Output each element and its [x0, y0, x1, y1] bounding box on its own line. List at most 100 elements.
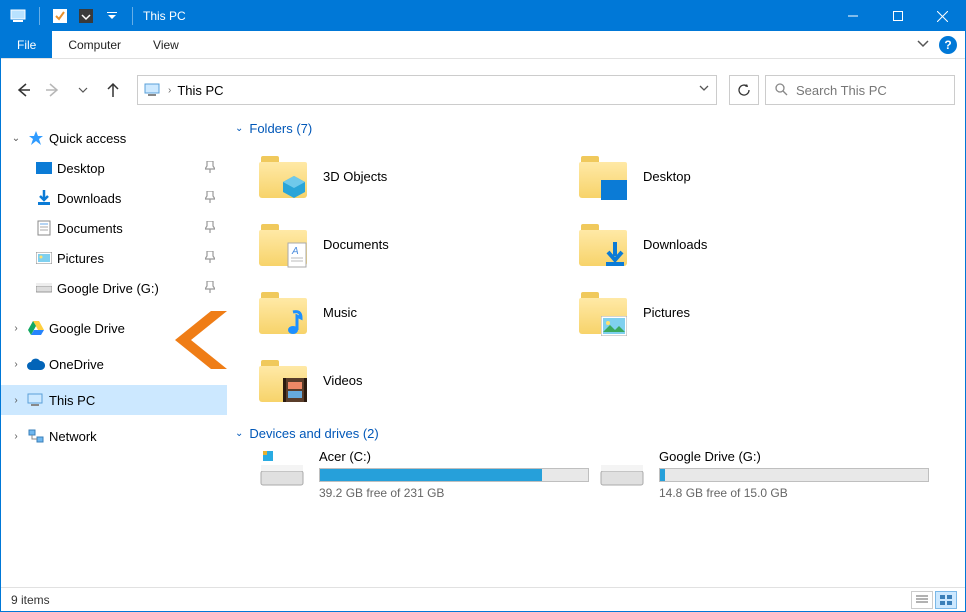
- drive-icon: [259, 449, 305, 489]
- tree-label: Google Drive: [49, 321, 125, 336]
- refresh-button[interactable]: [729, 75, 759, 105]
- tree-this-pc[interactable]: › This PC: [1, 385, 227, 415]
- breadcrumb[interactable]: This PC: [177, 83, 223, 98]
- svg-text:A: A: [291, 246, 299, 257]
- google-drive-icon: [27, 319, 45, 337]
- ribbon-collapse-icon[interactable]: [917, 36, 929, 54]
- content-pane: ⌄ Folders (7) 3D Objects Desktop A: [227, 111, 965, 589]
- pictures-icon: [35, 249, 53, 267]
- group-drives[interactable]: ⌄ Devices and drives (2): [235, 426, 957, 441]
- tree-label: This PC: [49, 393, 95, 408]
- folder-icon: [579, 152, 627, 200]
- desktop-icon: [35, 159, 53, 177]
- group-folders[interactable]: ⌄ Folders (7): [235, 121, 957, 136]
- view-details-button[interactable]: [911, 591, 933, 609]
- chevron-right-icon[interactable]: ›: [9, 323, 23, 334]
- drive-usage-bar: [319, 468, 589, 482]
- navigation-tree: ⌄ Quick access Desktop Downloads Documen…: [1, 111, 227, 589]
- folder-label: Pictures: [643, 305, 690, 320]
- tree-quick-access[interactable]: ⌄ Quick access: [1, 123, 227, 153]
- chevron-down-icon[interactable]: ⌄: [235, 123, 243, 134]
- up-button[interactable]: [101, 78, 125, 102]
- chevron-down-icon[interactable]: ⌄: [235, 428, 243, 439]
- pc-icon: [27, 391, 45, 409]
- tab-computer[interactable]: Computer: [52, 31, 137, 58]
- folder-pictures[interactable]: Pictures: [579, 280, 879, 344]
- drive-icon: [35, 279, 53, 297]
- qat-customize-icon[interactable]: [102, 6, 122, 26]
- drive-label: Google Drive (G:): [659, 449, 929, 464]
- tree-desktop[interactable]: Desktop: [1, 153, 227, 183]
- folder-downloads[interactable]: Downloads: [579, 212, 879, 276]
- tree-network[interactable]: › Network: [1, 421, 227, 451]
- tree-label: Desktop: [57, 161, 105, 176]
- folder-label: Music: [323, 305, 357, 320]
- chevron-right-icon[interactable]: ›: [9, 395, 23, 406]
- drive-g[interactable]: Google Drive (G:) 14.8 GB free of 15.0 G…: [599, 449, 929, 500]
- downloads-icon: [35, 189, 53, 207]
- tree-label: Downloads: [57, 191, 121, 206]
- forward-button[interactable]: [41, 78, 65, 102]
- chevron-down-icon[interactable]: ⌄: [9, 133, 23, 144]
- search-icon: [774, 82, 788, 99]
- status-bar: 9 items: [1, 587, 965, 611]
- documents-icon: [35, 219, 53, 237]
- onedrive-icon: [27, 355, 45, 373]
- tree-onedrive[interactable]: › OneDrive: [1, 349, 227, 379]
- explorer-icon: [9, 6, 29, 26]
- tree-label: Documents: [57, 221, 123, 236]
- drive-free-text: 39.2 GB free of 231 GB: [319, 486, 589, 500]
- pc-icon: [144, 83, 162, 97]
- tree-label: OneDrive: [49, 357, 104, 372]
- tab-view[interactable]: View: [137, 31, 195, 58]
- folder-label: Desktop: [643, 169, 691, 184]
- window-title: This PC: [137, 9, 186, 23]
- qat-dropdown-icon[interactable]: [76, 6, 96, 26]
- drive-c[interactable]: Acer (C:) 39.2 GB free of 231 GB: [259, 449, 589, 500]
- help-icon[interactable]: ?: [939, 36, 957, 54]
- folder-desktop[interactable]: Desktop: [579, 144, 879, 208]
- pin-icon: [205, 161, 215, 176]
- folder-videos[interactable]: Videos: [259, 348, 559, 412]
- close-button[interactable]: [920, 1, 965, 31]
- pin-icon: [205, 251, 215, 266]
- pin-icon: [205, 221, 215, 236]
- tree-documents[interactable]: Documents: [1, 213, 227, 243]
- chevron-right-icon[interactable]: ›: [9, 431, 23, 442]
- folder-label: Videos: [323, 373, 363, 388]
- tree-google-drive[interactable]: › Google Drive: [1, 313, 227, 343]
- folder-3d-objects[interactable]: 3D Objects: [259, 144, 559, 208]
- drive-free-text: 14.8 GB free of 15.0 GB: [659, 486, 929, 500]
- tree-downloads[interactable]: Downloads: [1, 183, 227, 213]
- address-dropdown-icon[interactable]: [698, 81, 710, 99]
- file-tab[interactable]: File: [1, 31, 52, 58]
- tree-google-drive-g[interactable]: Google Drive (G:): [1, 273, 227, 303]
- status-item-count: 9 items: [11, 593, 50, 607]
- tree-label: Google Drive (G:): [57, 281, 159, 296]
- minimize-button[interactable]: [830, 1, 875, 31]
- breadcrumb-separator-icon[interactable]: ›: [168, 85, 171, 96]
- pin-icon: [205, 191, 215, 206]
- search-placeholder: Search This PC: [796, 83, 887, 98]
- properties-icon[interactable]: [50, 6, 70, 26]
- chevron-right-icon[interactable]: ›: [9, 359, 23, 370]
- nav-toolbar: › This PC Search This PC: [1, 69, 965, 111]
- maximize-button[interactable]: [875, 1, 920, 31]
- recent-dropdown-icon[interactable]: [71, 78, 95, 102]
- quick-access-icon: [27, 129, 45, 147]
- folder-icon: [579, 220, 627, 268]
- address-bar[interactable]: › This PC: [137, 75, 717, 105]
- drive-label: Acer (C:): [319, 449, 589, 464]
- tree-pictures[interactable]: Pictures: [1, 243, 227, 273]
- folder-documents[interactable]: A Documents: [259, 212, 559, 276]
- tree-label: Pictures: [57, 251, 104, 266]
- quick-access-toolbar: [1, 6, 137, 26]
- folder-music[interactable]: Music: [259, 280, 559, 344]
- folder-icon: [259, 288, 307, 336]
- tree-label: Quick access: [49, 131, 126, 146]
- drive-icon: [599, 449, 645, 489]
- search-input[interactable]: Search This PC: [765, 75, 955, 105]
- view-large-icons-button[interactable]: [935, 591, 957, 609]
- folder-icon: [259, 356, 307, 404]
- back-button[interactable]: [11, 78, 35, 102]
